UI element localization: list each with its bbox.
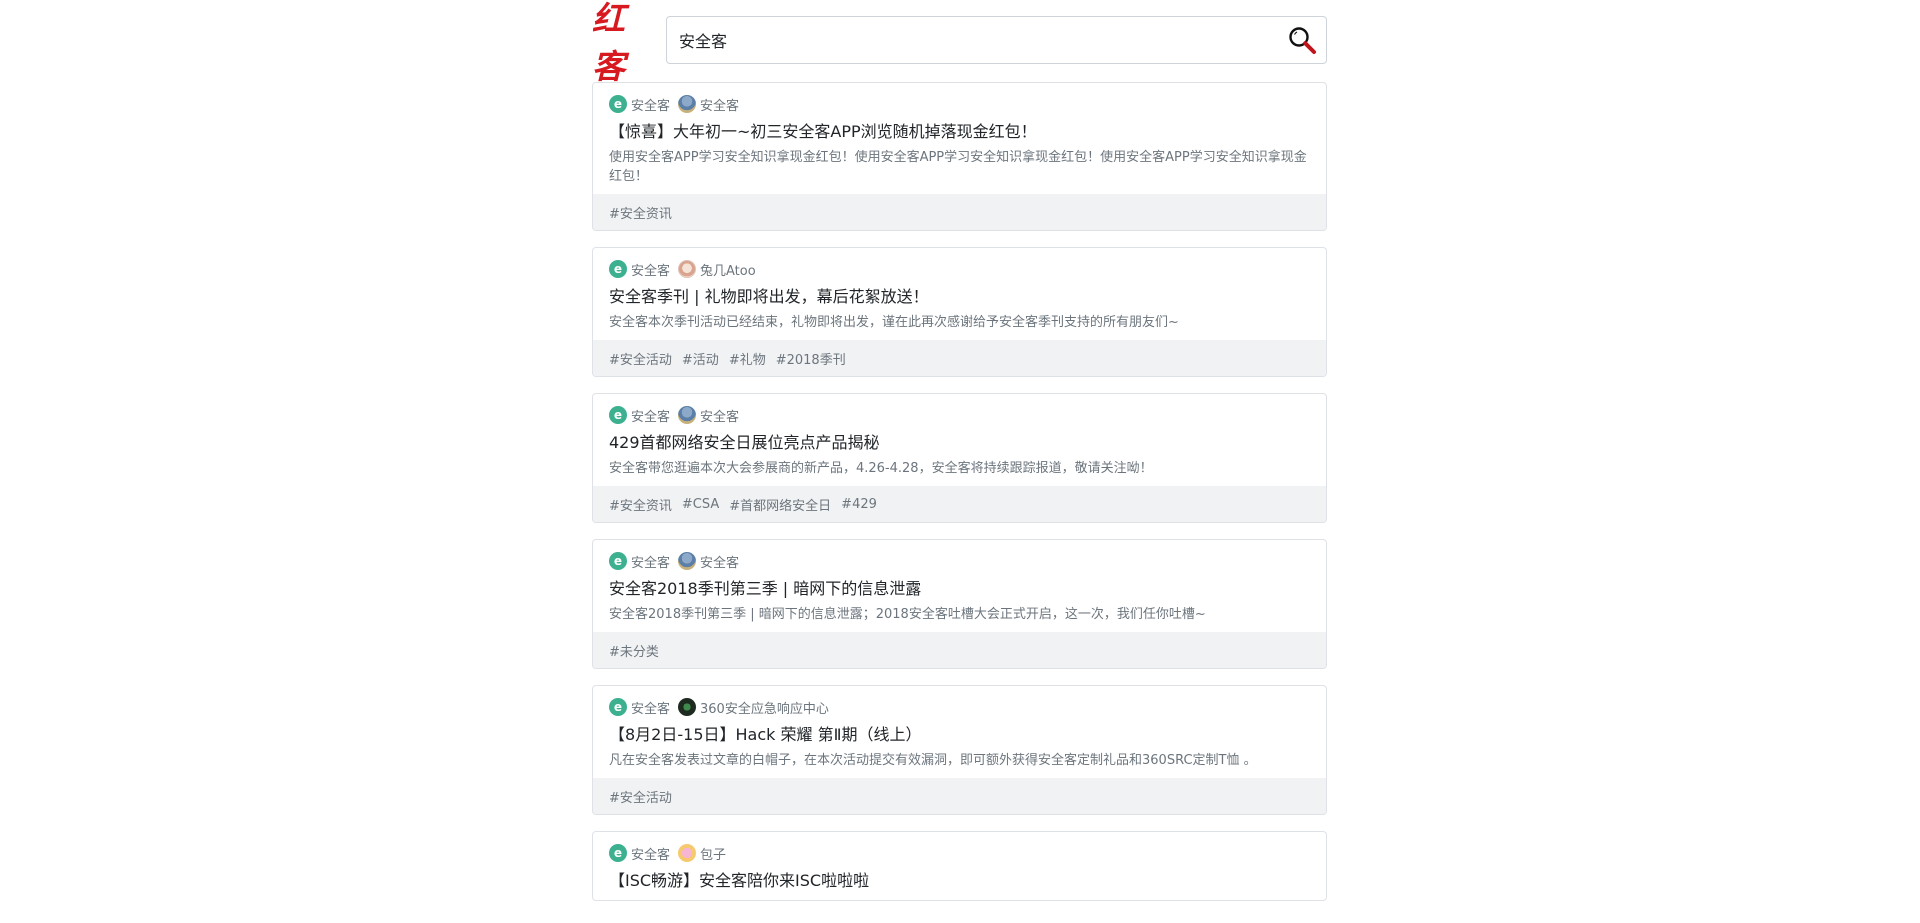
tag[interactable]: #安全活动 [609,349,672,368]
site-icon: e [609,844,627,862]
article-description: 安全客本次季刊活动已经结束，礼物即将出发，谨在此再次感谢给予安全客季刊支持的所有… [609,315,1179,330]
site-icon: e [609,698,627,716]
article-card: e 安全客 兔几Atoo 安全客季刊 | 礼物即将出发，幕后花絮放送！ 安全客本… [592,247,1327,377]
article-title[interactable]: 429首都网络安全日展位亮点产品揭秘 [609,432,1310,454]
article-tags: #未分类 [593,632,1326,668]
tag[interactable]: #首都网络安全日 [729,495,831,514]
site-icon: e [609,260,627,278]
header: 红客 [592,0,1327,86]
author-name[interactable]: 安全客 [700,95,739,114]
search-box [666,16,1327,64]
article-title[interactable]: 安全客2018季刊第三季 | 暗网下的信息泄露 [609,578,1310,600]
article-title[interactable]: 安全客季刊 | 礼物即将出发，幕后花絮放送！ [609,286,1310,308]
magnifier-icon [1289,27,1316,54]
article-description: 安全客2018季刊第三季 | 暗网下的信息泄露；2018安全客吐槽大会正式开启，… [609,607,1206,622]
article-title[interactable]: 【惊喜】大年初一~初三安全客APP浏览随机掉落现金红包！ [609,121,1310,143]
site-logo[interactable]: 红客 [592,0,650,86]
author-name[interactable]: 安全客 [700,406,739,425]
tag[interactable]: #安全资讯 [609,495,672,514]
author-avatar[interactable] [678,552,697,570]
article-description: 凡在安全客发表过文章的白帽子，在本次活动提交有效漏洞，即可额外获得安全客定制礼品… [609,753,1257,768]
article-meta: e 安全客 兔几Atoo [609,258,1310,280]
author-name[interactable]: 安全客 [700,552,739,571]
author-avatar[interactable] [678,406,697,424]
article-title[interactable]: 【ISC畅游】安全客陪你来ISC啦啦啦 [609,870,1310,892]
page: 红客 e 安全客 安全客 【惊喜】大年初一~初三安全客AP [0,0,1920,923]
card-body: e 安全客 兔几Atoo 安全客季刊 | 礼物即将出发，幕后花絮放送！ 安全客本… [593,248,1326,340]
card-body: e 安全客 包子 【ISC畅游】安全客陪你来ISC啦啦啦 [593,832,1326,900]
article-meta: e 安全客 安全客 [609,404,1310,426]
site-name[interactable]: 安全客 [631,95,670,114]
tag[interactable]: #安全资讯 [609,203,672,222]
tag[interactable]: #429 [841,497,877,512]
site-name[interactable]: 安全客 [631,552,670,571]
article-card: e 安全客 360安全应急响应中心 【8月2日-15日】Hack 荣耀 第Ⅱ期（… [592,685,1327,815]
article-description: 安全客带您逛遍本次大会参展商的新产品，4.26-4.28，安全客将持续跟踪报道，… [609,461,1153,476]
article-description: 使用安全客APP学习安全知识拿现金红包！使用安全客APP学习安全知识拿现金红包！… [609,150,1307,184]
article-tags: #安全资讯 #CSA #首都网络安全日 #429 [593,486,1326,522]
tag[interactable]: #活动 [682,349,719,368]
article-meta: e 安全客 安全客 [609,550,1310,572]
article-card: e 安全客 安全客 429首都网络安全日展位亮点产品揭秘 安全客带您逛遍本次大会… [592,393,1327,523]
tag[interactable]: #礼物 [729,349,766,368]
article-meta: e 安全客 安全客 [609,93,1310,115]
site-name[interactable]: 安全客 [631,406,670,425]
author-avatar[interactable] [678,95,697,113]
tag[interactable]: #CSA [682,497,719,512]
article-card: e 安全客 安全客 【惊喜】大年初一~初三安全客APP浏览随机掉落现金红包！ 使… [592,82,1327,231]
site-name[interactable]: 安全客 [631,260,670,279]
article-tags: #安全资讯 [593,194,1326,230]
article-tags: #安全活动 [593,778,1326,814]
author-avatar[interactable] [678,698,697,716]
search-input[interactable] [667,17,1267,63]
site-icon: e [609,406,627,424]
card-body: e 安全客 安全客 安全客2018季刊第三季 | 暗网下的信息泄露 安全客201… [593,540,1326,632]
author-name[interactable]: 兔几Atoo [700,260,756,279]
article-tags: #安全活动 #活动 #礼物 #2018季刊 [593,340,1326,376]
site-icon: e [609,95,627,113]
search-button[interactable] [1282,21,1322,59]
article-meta: e 安全客 包子 [609,842,1310,864]
article-title[interactable]: 【8月2日-15日】Hack 荣耀 第Ⅱ期（线上） [609,724,1310,746]
article-card: e 安全客 包子 【ISC畅游】安全客陪你来ISC啦啦啦 [592,831,1327,901]
article-meta: e 安全客 360安全应急响应中心 [609,696,1310,718]
site-icon: e [609,552,627,570]
tag[interactable]: #安全活动 [609,787,672,806]
site-name[interactable]: 安全客 [631,698,670,717]
card-body: e 安全客 安全客 429首都网络安全日展位亮点产品揭秘 安全客带您逛遍本次大会… [593,394,1326,486]
article-card: e 安全客 安全客 安全客2018季刊第三季 | 暗网下的信息泄露 安全客201… [592,539,1327,669]
author-name[interactable]: 360安全应急响应中心 [700,698,829,717]
author-avatar[interactable] [678,844,697,862]
main-container: 红客 e 安全客 安全客 【惊喜】大年初一~初三安全客AP [592,0,1327,917]
card-body: e 安全客 安全客 【惊喜】大年初一~初三安全客APP浏览随机掉落现金红包！ 使… [593,83,1326,194]
author-name[interactable]: 包子 [700,844,726,863]
tag[interactable]: #未分类 [609,641,659,660]
tag[interactable]: #2018季刊 [776,349,846,368]
author-avatar[interactable] [678,260,697,278]
site-name[interactable]: 安全客 [631,844,670,863]
article-list: e 安全客 安全客 【惊喜】大年初一~初三安全客APP浏览随机掉落现金红包！ 使… [592,82,1327,901]
card-body: e 安全客 360安全应急响应中心 【8月2日-15日】Hack 荣耀 第Ⅱ期（… [593,686,1326,778]
